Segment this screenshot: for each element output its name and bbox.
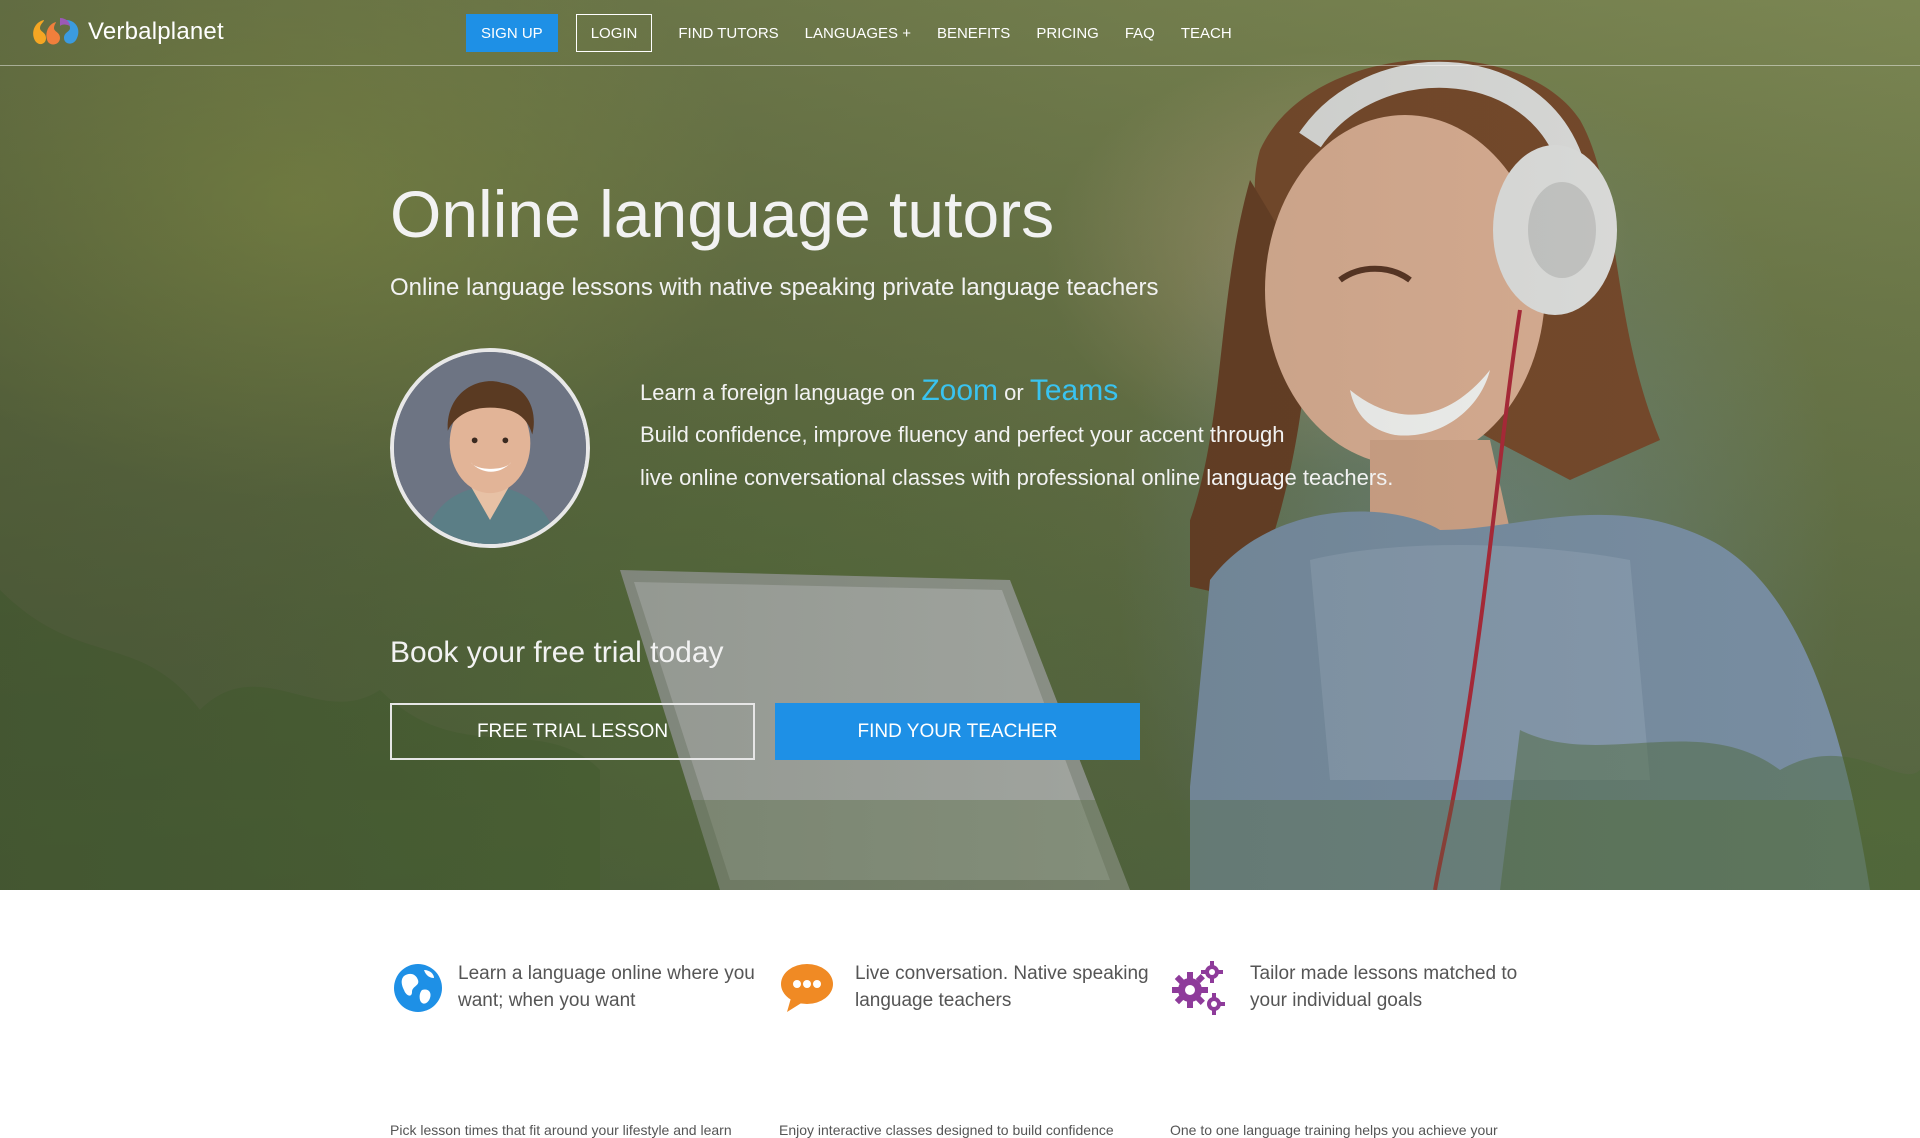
pitch-or: or bbox=[1004, 380, 1024, 405]
nav-languages[interactable]: LANGUAGES + bbox=[805, 25, 911, 42]
nav-pricing[interactable]: PRICING bbox=[1036, 25, 1099, 42]
feature-body: Pick lesson times that fit around your l… bbox=[390, 1122, 732, 1138]
free-trial-lesson-button[interactable]: FREE TRIAL LESSON bbox=[390, 703, 755, 760]
hero-title: Online language tutors bbox=[390, 177, 1055, 251]
zoom-link[interactable]: Zoom bbox=[921, 374, 998, 407]
hero-subtitle: Online language lessons with native spea… bbox=[390, 274, 1159, 301]
features-section: Learn a language online where you want; … bbox=[0, 890, 1920, 1138]
nav-benefits[interactable]: BENEFITS bbox=[937, 25, 1010, 42]
sign-up-button[interactable]: SIGN UP bbox=[466, 14, 558, 52]
feature-title: Learn a language online where you want; … bbox=[458, 963, 755, 1011]
gears-icon bbox=[1172, 961, 1225, 1015]
feature-body: Enjoy interactive classes designed to bu… bbox=[779, 1122, 1114, 1138]
feature-body: One to one language training helps you a… bbox=[1170, 1122, 1498, 1138]
feature-title: Live conversation. Native speaking langu… bbox=[855, 963, 1149, 1011]
tutor-avatar bbox=[390, 348, 590, 548]
find-your-teacher-button[interactable]: FIND YOUR TEACHER bbox=[775, 703, 1140, 760]
nav-find-tutors[interactable]: FIND TUTORS bbox=[678, 25, 778, 42]
top-navbar: Verbalplanet SIGN UP LOGIN FIND TUTORS L… bbox=[0, 0, 1920, 66]
pitch-line-confidence: Build confidence, improve fluency and pe… bbox=[640, 422, 1285, 447]
brand-name: Verbalplanet bbox=[88, 18, 224, 45]
login-button[interactable]: LOGIN bbox=[575, 14, 653, 52]
brand-home-link[interactable]: Verbalplanet bbox=[30, 16, 224, 48]
globe-icon bbox=[394, 964, 442, 1012]
tutor-photo bbox=[394, 352, 586, 544]
nav-teach[interactable]: TEACH bbox=[1181, 25, 1232, 42]
pitch-line-classes: live online conversational classes with … bbox=[640, 465, 1394, 490]
verbalplanet-logo-icon bbox=[33, 18, 79, 45]
hero-pitch: Learn a foreign language on Zoom or Team… bbox=[640, 374, 1393, 491]
nav-links: SIGN UP LOGIN FIND TUTORS LANGUAGES + BE… bbox=[466, 14, 1258, 52]
nav-faq[interactable]: FAQ bbox=[1125, 25, 1155, 42]
feature-title: Tailor made lessons matched to your indi… bbox=[1250, 963, 1518, 1011]
chat-bubble-icon bbox=[781, 964, 833, 1012]
pitch-line-platforms: Learn a foreign language on Zoom or Team… bbox=[640, 374, 1393, 408]
pitch-prefix: Learn a foreign language on bbox=[640, 380, 916, 405]
book-trial-heading: Book your free trial today bbox=[390, 636, 724, 669]
teams-link[interactable]: Teams bbox=[1030, 374, 1118, 407]
hero-section: Online language tutors Online language l… bbox=[0, 0, 1920, 890]
